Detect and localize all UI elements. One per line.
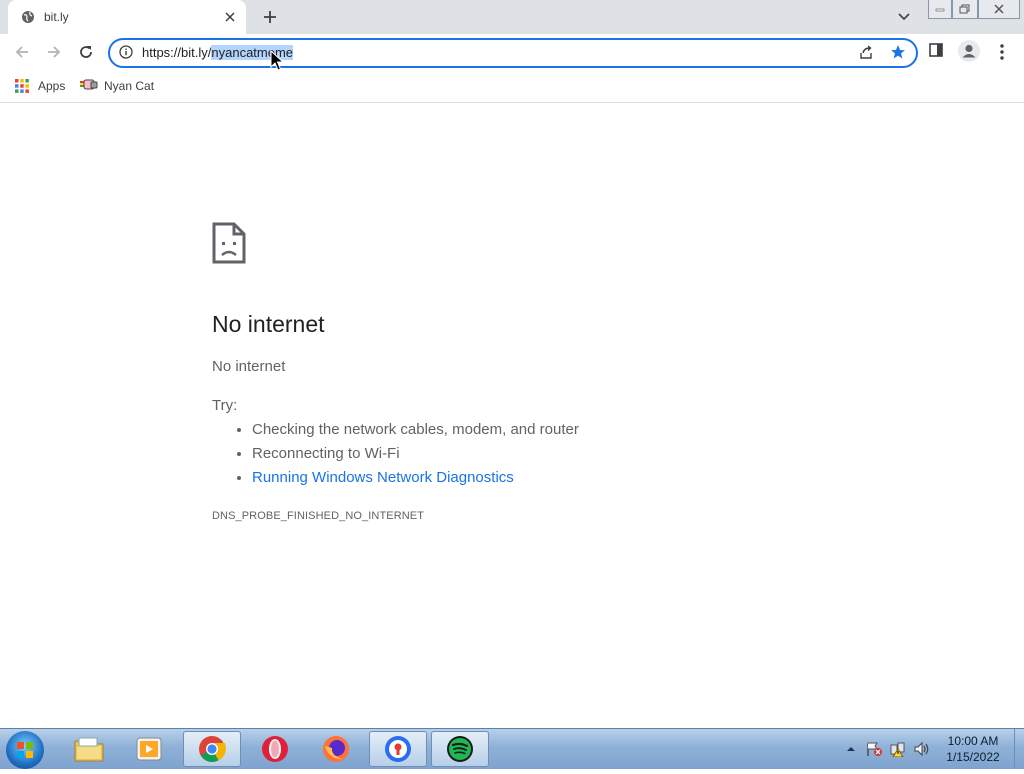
tab-search-chevron-icon[interactable]	[894, 8, 914, 26]
try-label: Try:	[212, 397, 238, 414]
show-desktop-button[interactable]	[1014, 729, 1024, 769]
bookmark-apps-label: Apps	[38, 79, 66, 93]
media-player-icon[interactable]	[120, 731, 178, 767]
clock-time: 10:00 AM	[947, 734, 999, 748]
minimize-button[interactable]	[928, 0, 952, 19]
browser-toolbar: https://bit.ly/nyancatmeme	[0, 34, 1024, 70]
volume-icon[interactable]	[912, 741, 932, 757]
site-info-icon[interactable]	[119, 45, 135, 61]
share-icon[interactable]	[858, 44, 876, 62]
bookmark-nyan-cat-label: Nyan Cat	[104, 79, 155, 93]
kebab-menu-icon[interactable]	[996, 42, 1008, 62]
mouse-cursor-icon	[270, 49, 285, 72]
spotify-icon[interactable]	[431, 731, 489, 767]
taskbar: 10:00 AM 1/15/2022	[0, 728, 1024, 769]
action-center-flag-icon[interactable]	[864, 741, 884, 757]
forward-button[interactable]	[42, 40, 66, 64]
tab-strip: bit.ly	[0, 0, 1024, 34]
bookmark-star-icon[interactable]	[890, 44, 908, 62]
network-warning-icon[interactable]	[888, 741, 908, 757]
globe-icon	[20, 9, 36, 25]
chrome-icon[interactable]	[183, 731, 241, 767]
tab-bitly[interactable]: bit.ly	[8, 0, 246, 34]
error-subheading: No internet	[212, 358, 286, 375]
error-code: DNS_PROBE_FINISHED_NO_INTERNET	[212, 510, 425, 522]
side-panel-icon[interactable]	[928, 42, 946, 60]
suggestion-list: Checking the network cables, modem, and …	[212, 419, 579, 491]
url-prefix: https://bit.ly/	[142, 45, 212, 60]
back-button[interactable]	[10, 40, 34, 64]
error-page: No internet No internet Try: Checking th…	[0, 103, 1024, 728]
apps-grid-icon	[14, 78, 30, 94]
start-button[interactable]	[6, 731, 44, 769]
bookmark-nyan-cat[interactable]: Nyan Cat	[80, 76, 154, 96]
suggestion-check-cables: Checking the network cables, modem, and …	[252, 419, 579, 443]
clock-date: 1/15/2022	[946, 750, 1000, 764]
address-bar[interactable]: https://bit.ly/nyancatmeme	[108, 38, 918, 68]
network-diagnostics-link[interactable]: Running Windows Network Diagnostics	[252, 469, 514, 486]
close-tab-icon[interactable]	[220, 7, 240, 27]
system-clock[interactable]: 10:00 AM 1/15/2022	[936, 733, 1010, 765]
error-heading: No internet	[212, 311, 325, 337]
profile-avatar-icon[interactable]	[958, 40, 980, 62]
privacy-browser-icon[interactable]	[369, 731, 427, 767]
new-tab-button[interactable]	[258, 6, 282, 28]
show-hidden-icons-icon[interactable]	[844, 741, 858, 757]
reload-button[interactable]	[74, 40, 98, 64]
sad-page-icon	[212, 222, 246, 264]
suggestion-reconnect-wifi: Reconnecting to Wi-Fi	[252, 443, 579, 467]
suggestion-diagnostics-item: Running Windows Network Diagnostics	[252, 467, 579, 491]
firefox-icon[interactable]	[307, 731, 365, 767]
opera-icon[interactable]	[246, 731, 304, 767]
tab-title: bit.ly	[44, 10, 69, 24]
bookmark-apps[interactable]: Apps	[14, 76, 65, 96]
file-explorer-icon[interactable]	[60, 731, 118, 767]
nyan-cat-icon	[80, 78, 98, 94]
bookmarks-bar: Apps Nyan Cat	[0, 70, 1024, 103]
restore-button[interactable]	[952, 0, 978, 19]
close-window-button[interactable]	[978, 0, 1020, 19]
